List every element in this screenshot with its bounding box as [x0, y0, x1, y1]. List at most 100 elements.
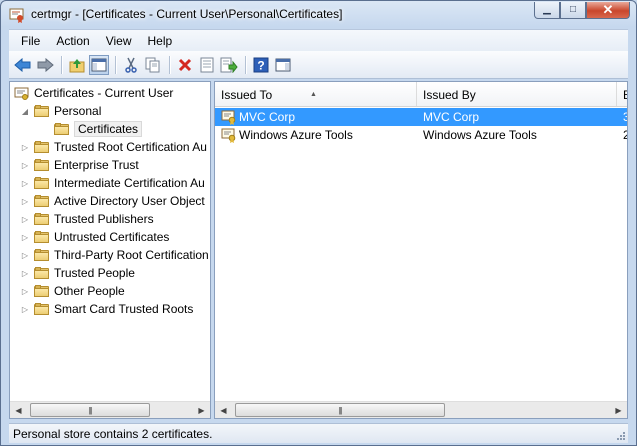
forward-arrow-icon — [37, 57, 54, 72]
title-bar[interactable]: certmgr - [Certificates - Current User\P… — [1, 1, 636, 29]
minimize-icon: ▁ — [543, 4, 551, 15]
certificate-row[interactable]: Windows Azure Tools Windows Azure Tools … — [215, 126, 627, 144]
resize-grip-icon[interactable] — [616, 431, 626, 441]
tree-item-personal[interactable]: ◢ Personal — [20, 102, 101, 120]
tree-item-label: Trusted People — [54, 266, 135, 280]
help-icon: ? — [253, 57, 269, 72]
expand-arrow-icon[interactable]: ▷ — [20, 232, 30, 242]
show-hide-console-tree-button[interactable] — [89, 54, 109, 75]
show-hide-action-pane-button[interactable] — [273, 55, 293, 75]
folder-icon — [34, 213, 49, 225]
menu-view[interactable]: View — [98, 30, 140, 52]
tree-item-certificates[interactable]: Certificates — [54, 120, 143, 138]
column-label: Ex — [623, 88, 627, 102]
back-arrow-icon — [14, 57, 31, 72]
tree-item-label: Other People — [54, 284, 125, 298]
cell-issued-by: Windows Azure Tools — [423, 128, 537, 142]
collapse-arrow-icon[interactable]: ◢ — [20, 106, 30, 116]
maximize-button[interactable]: □ — [560, 2, 586, 19]
console-tree-pane[interactable]: Certificates - Current User ◢ Personal C… — [9, 81, 211, 419]
certificate-row[interactable]: MVC Corp MVC Corp 31 — [215, 108, 627, 126]
list-header: Issued To ▲ Issued By Ex — [215, 82, 627, 107]
certificate-icon — [221, 110, 236, 125]
tree-item-active-directory[interactable]: ▷ Active Directory User Object — [20, 192, 205, 210]
back-button[interactable] — [13, 55, 33, 75]
menu-help[interactable]: Help — [140, 30, 181, 52]
help-button[interactable]: ? — [251, 55, 271, 75]
tree-item-enterprise-trust[interactable]: ▷ Enterprise Trust — [20, 156, 139, 174]
window-title: certmgr - [Certificates - Current User\P… — [31, 7, 343, 21]
column-header-issued-to[interactable]: Issued To ▲ — [215, 82, 417, 106]
certificate-store-icon — [14, 87, 29, 100]
scrollbar-thumb[interactable]: ||| — [235, 403, 445, 417]
forward-button[interactable] — [35, 55, 55, 75]
expand-arrow-icon[interactable]: ▷ — [20, 268, 30, 278]
folder-icon — [34, 195, 49, 207]
tree-item-label: Third-Party Root Certification — [54, 248, 209, 262]
folder-icon — [54, 123, 69, 135]
tree-item-trusted-root[interactable]: ▷ Trusted Root Certification Au — [20, 138, 207, 156]
cell-expiration: 20 — [623, 126, 627, 144]
cell-issued-to: MVC Corp — [239, 110, 296, 124]
toolbar-separator — [245, 55, 247, 74]
svg-text:?: ? — [257, 58, 264, 72]
minimize-button[interactable]: ▁ — [534, 2, 560, 19]
tree-item-other-people[interactable]: ▷ Other People — [20, 282, 125, 300]
scroll-right-arrow-icon[interactable]: ▶ — [610, 402, 627, 418]
menu-file[interactable]: File — [9, 30, 48, 52]
tree-item-intermediate[interactable]: ▷ Intermediate Certification Au — [20, 174, 205, 192]
column-label: Issued By — [423, 88, 476, 102]
expand-arrow-icon[interactable]: ▷ — [20, 178, 30, 188]
tree-item-label: Intermediate Certification Au — [54, 176, 205, 190]
certificate-list-pane[interactable]: Issued To ▲ Issued By Ex MVC Corp MVC Co… — [214, 81, 628, 419]
export-list-button[interactable] — [219, 55, 239, 75]
expand-arrow-icon[interactable]: ▷ — [20, 304, 30, 314]
scroll-left-arrow-icon[interactable]: ◀ — [215, 402, 232, 418]
column-header-issued-by[interactable]: Issued By — [417, 82, 617, 106]
tree-item-trusted-publishers[interactable]: ▷ Trusted Publishers — [20, 210, 154, 228]
expand-arrow-icon[interactable]: ▷ — [20, 142, 30, 152]
folder-icon — [34, 177, 49, 189]
copy-button[interactable] — [143, 55, 163, 75]
cut-button[interactable] — [121, 55, 141, 75]
properties-icon — [200, 57, 214, 72]
expand-arrow-icon[interactable]: ▷ — [20, 160, 30, 170]
folder-icon — [34, 159, 49, 171]
tree-item-trusted-people[interactable]: ▷ Trusted People — [20, 264, 135, 282]
tree-item-third-party-root[interactable]: ▷ Third-Party Root Certification — [20, 246, 209, 264]
folder-icon — [34, 285, 49, 297]
scroll-right-arrow-icon[interactable]: ▶ — [193, 402, 210, 418]
properties-button[interactable] — [197, 55, 217, 75]
tree-item-smart-card-roots[interactable]: ▷ Smart Card Trusted Roots — [20, 300, 193, 318]
expand-arrow-icon[interactable]: ▷ — [20, 214, 30, 224]
scroll-left-arrow-icon[interactable]: ◀ — [10, 402, 27, 418]
tree-root-certificates-current-user[interactable]: Certificates - Current User — [14, 84, 173, 102]
tree-item-label: Active Directory User Object — [54, 194, 205, 208]
column-header-expiration[interactable]: Ex — [617, 82, 627, 106]
delete-button[interactable] — [175, 55, 195, 75]
menu-action[interactable]: Action — [48, 30, 97, 52]
expand-arrow-icon[interactable]: ▷ — [20, 286, 30, 296]
toolbar-separator — [61, 55, 63, 74]
expand-arrow-icon[interactable]: ▷ — [20, 250, 30, 260]
close-button[interactable]: ✕ — [586, 2, 630, 19]
folder-icon — [34, 249, 49, 261]
copy-icon — [145, 57, 160, 72]
main-window: certmgr - [Certificates - Current User\P… — [0, 0, 637, 446]
tree-horizontal-scrollbar[interactable]: ◀ ||| ▶ — [10, 401, 210, 418]
show-hide-tree-icon — [91, 58, 107, 71]
up-one-level-button[interactable] — [67, 55, 87, 75]
cell-issued-by: MVC Corp — [423, 110, 480, 124]
tree-item-label: Trusted Root Certification Au — [54, 140, 207, 154]
list-horizontal-scrollbar[interactable]: ◀ ||| ▶ — [215, 401, 627, 418]
folder-icon — [34, 141, 49, 153]
scrollbar-thumb[interactable]: ||| — [30, 403, 150, 417]
toolbar: ? — [9, 51, 628, 79]
status-bar: Personal store contains 2 certificates. — [9, 423, 628, 443]
certificate-icon — [221, 128, 236, 143]
expand-arrow-icon[interactable]: ▷ — [20, 196, 30, 206]
tree-item-untrusted[interactable]: ▷ Untrusted Certificates — [20, 228, 169, 246]
tree-item-label: Certificates — [74, 121, 143, 137]
folder-icon — [34, 105, 49, 117]
tree-item-label: Personal — [54, 104, 102, 118]
